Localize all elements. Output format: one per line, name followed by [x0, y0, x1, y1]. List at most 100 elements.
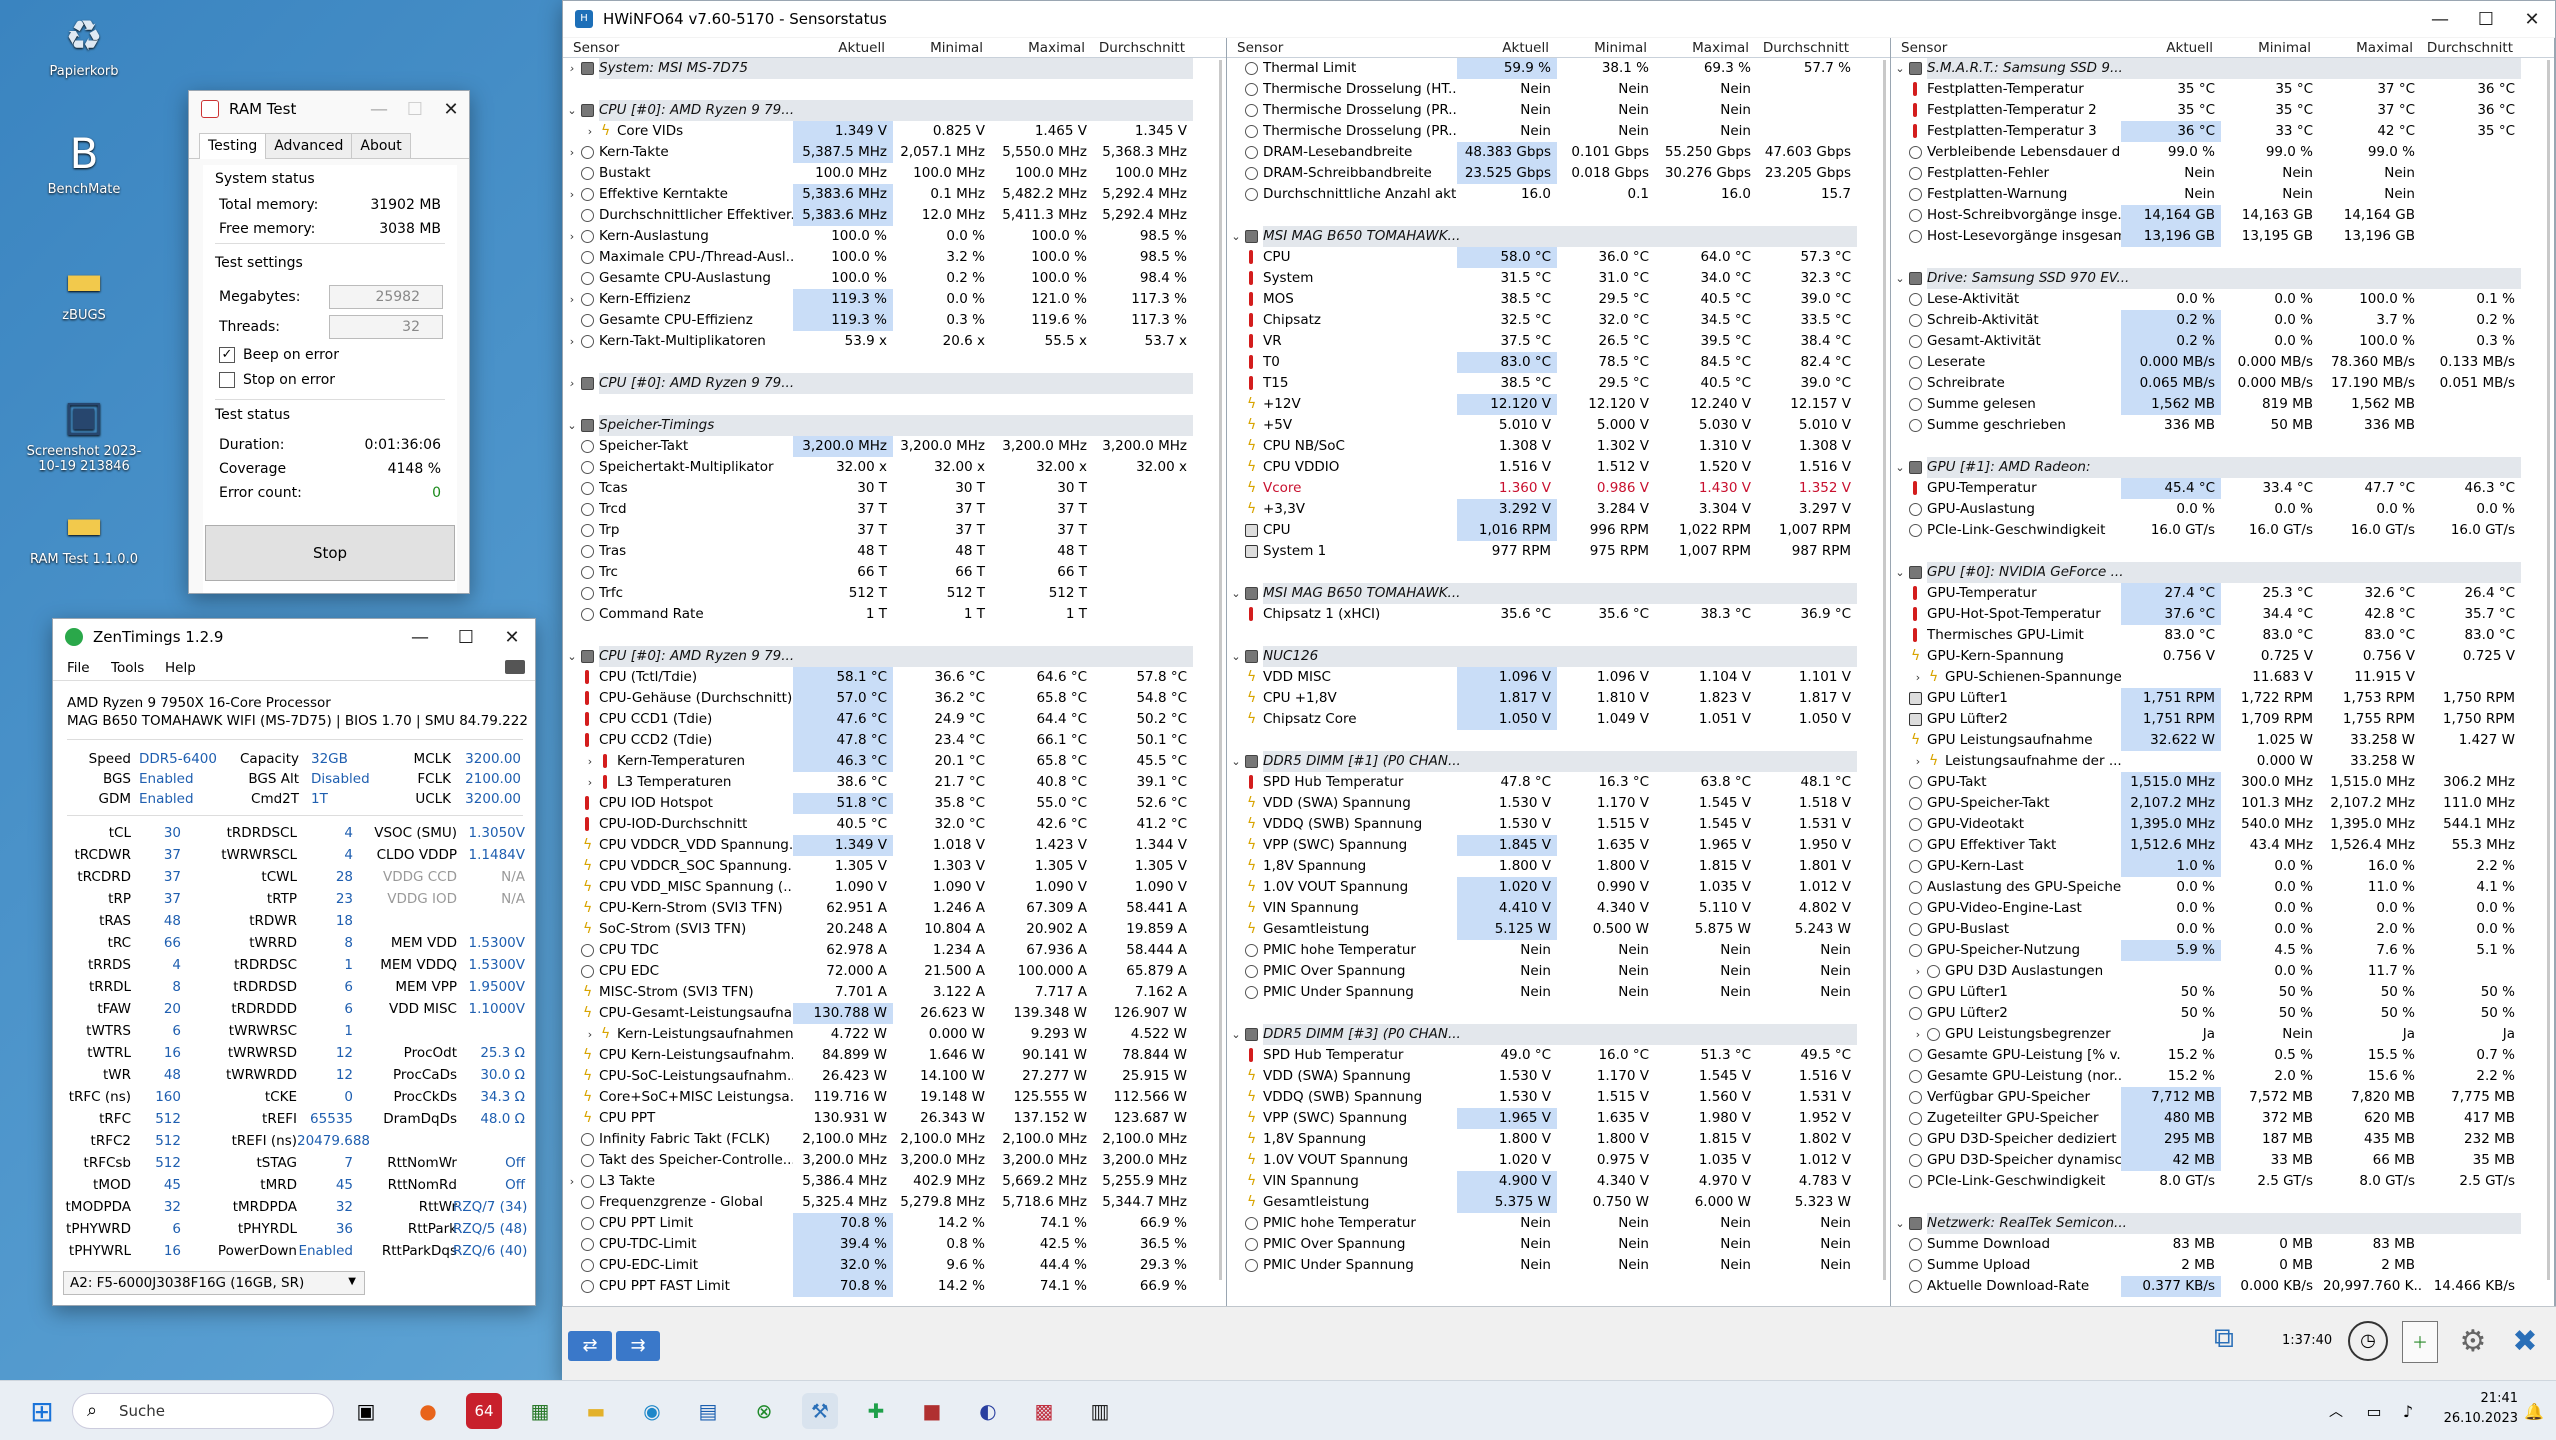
sensor-row[interactable]: T15 38.5 °C 29.5 °C 40.5 °C 39.0 °C	[1227, 373, 1890, 394]
start-icon[interactable]: ⊞	[24, 1393, 60, 1429]
sensor-row[interactable]: Host-Schreibvorgänge insge... 14,164 GB 14…	[1891, 205, 2554, 226]
sensor-row[interactable]: › ϟ GPU-Schienen-Spannungen 11.683 V 11.915 …	[1891, 667, 2554, 688]
sensor-row[interactable]: CPU EDC 72.000 A 21.500 A 100.000 A 65.879 A	[563, 961, 1226, 982]
sensor-group-row[interactable]: ⌄ Speicher-Timings	[563, 415, 1226, 436]
clock-icon[interactable]: ◷	[2348, 1321, 2388, 1361]
expand-toggle-icon[interactable]: ›	[1911, 1024, 1925, 1045]
expand-toggle-icon[interactable]: ›	[1911, 751, 1925, 772]
tool-icon[interactable]: ▩	[1026, 1393, 1062, 1429]
sensor-row[interactable]: PCIe-Link-Geschwindigkeit 8.0 GT/s 2.5 GT/…	[1891, 1171, 2554, 1192]
edge-icon[interactable]: ◉	[634, 1393, 670, 1429]
sensor-row[interactable]: Festplatten-Temperatur 35 °C 35 °C 37 °C 36 …	[1891, 79, 2554, 100]
sensor-row[interactable]: ϟ VIN Spannung 4.410 V 4.340 V 5.110 V 4.802 …	[1227, 898, 1890, 919]
sensor-row[interactable]: Bustakt 100.0 MHz 100.0 MHz 100.0 MHz 100.0 …	[563, 163, 1226, 184]
close-icon[interactable]: ✕	[2509, 1, 2555, 37]
sensor-row[interactable]: Festplatten-Fehler Nein Nein Nein	[1891, 163, 2554, 184]
settings-gear-icon[interactable]: ⚙	[2452, 1321, 2494, 1363]
sensor-row[interactable]: GPU-Takt 1,515.0 MHz 300.0 MHz 1,515.0 MHz 3…	[1891, 772, 2554, 793]
expand-toggle-icon[interactable]: ›	[565, 226, 579, 247]
expand-toggle-icon[interactable]: ›	[583, 1024, 597, 1045]
sensor-row[interactable]: Verbleibende Lebensdauer d... 99.0 % 99.0 …	[1891, 142, 2554, 163]
sensor-row[interactable]: ϟ Vcore 1.360 V 0.986 V 1.430 V 1.352 V	[1227, 478, 1890, 499]
sensor-row[interactable]: Gesamte GPU-Leistung [% v... 15.2 % 0.5 % 1…	[1891, 1045, 2554, 1066]
sensor-row[interactable]: ϟ MISC-Strom (SVI3 TFN) 7.701 A 3.122 A 7.71…	[563, 982, 1226, 1003]
expand-toggle-icon[interactable]: ›	[565, 184, 579, 205]
desktop-icon[interactable]: ▣ Screenshot 2023-10-19 213846	[24, 390, 144, 475]
sensor-row[interactable]: CPU IOD Hotspot 51.8 °C 35.8 °C 55.0 °C 52.6…	[563, 793, 1226, 814]
sensor-row[interactable]: GPU-Speicher-Nutzung 5.9 % 4.5 % 7.6 % 5.1 %	[1891, 940, 2554, 961]
sensor-row[interactable]: Auslastung des GPU-Speiche... 0.0 % 0.0 % 1…	[1891, 877, 2554, 898]
expand-toggle-icon[interactable]: ⌄	[1893, 1213, 1907, 1234]
scrollbar[interactable]	[1219, 60, 1222, 1280]
sensor-row[interactable]: ϟ CPU VDDCR_VDD Spannung... 1.349 V 1.018 V…	[563, 835, 1226, 856]
column-header[interactable]: Durchschnitt	[1757, 38, 1849, 58]
sensor-row[interactable]: › Effektive Kerntakte 5,383.6 MHz 0.1 MHz 5,…	[563, 184, 1226, 205]
minimize-icon[interactable]: —	[361, 91, 397, 127]
sensor-row[interactable]: ϟ VPP (SWC) Spannung 1.965 V 1.635 V 1.980 V…	[1227, 1108, 1890, 1129]
sensor-row[interactable]: GPU-Video-Engine-Last 0.0 % 0.0 % 0.0 % 0.0 …	[1891, 898, 2554, 919]
minimize-icon[interactable]: —	[397, 619, 443, 655]
sensor-row[interactable]: SPD Hub Temperatur 47.8 °C 16.3 °C 63.8 °C 4…	[1227, 772, 1890, 793]
sensor-row[interactable]: ϟ GPU Leistungsaufnahme 32.622 W 1.025 W 33.…	[1891, 730, 2554, 751]
sensor-row[interactable]: GPU Effektiver Takt 1,512.6 MHz 43.4 MHz 1,…	[1891, 835, 2554, 856]
sensor-row[interactable]: › Kern-Effizienz 119.3 % 0.0 % 121.0 % 117.3 …	[563, 289, 1226, 310]
expand-toggle-icon[interactable]: ›	[565, 1171, 579, 1192]
column-header[interactable]: Minimal	[1557, 38, 1647, 58]
sensor-row[interactable]: ϟ CPU VDD_MISC Spannung (... 1.090 V 1.090 …	[563, 877, 1226, 898]
sensor-row[interactable]: Thermische Drosselung (PR... Nein Nein Nein	[1227, 121, 1890, 142]
sensor-row[interactable]: ϟ CPU Kern-Leistungsaufnahm... 84.899 W 1.6…	[563, 1045, 1226, 1066]
sensor-row[interactable]: ϟ Core+SoC+MISC Leistungsa... 119.716 W 19.…	[563, 1087, 1226, 1108]
desktop-icon[interactable]: ▬ zBUGS	[24, 254, 144, 324]
module-select[interactable]: A2: F5-6000J3038F16G (16GB, SR) ▼	[63, 1271, 365, 1295]
column-header[interactable]: Durchschnitt	[2421, 38, 2513, 58]
zentimings-titlebar[interactable]: ZenTimings 1.2.9 — ☐ ✕	[53, 619, 535, 655]
firefox-icon[interactable]: ●	[410, 1393, 446, 1429]
expand-toggle-icon[interactable]: ›	[565, 58, 579, 79]
sensor-row[interactable]: CPU-Gehäuse (Durchschnitt) 57.0 °C 36.2 °C…	[563, 688, 1226, 709]
sensor-row[interactable]: Trc 66 T 66 T 66 T	[563, 562, 1226, 583]
menu-file[interactable]: File	[67, 660, 90, 676]
sensor-row[interactable]: CPU 1,016 RPM 996 RPM 1,022 RPM 1,007 RPM	[1227, 520, 1890, 541]
sensor-row[interactable]: ϟ +5V 5.010 V 5.000 V 5.030 V 5.010 V	[1227, 415, 1890, 436]
sensor-row[interactable]: CPU 58.0 °C 36.0 °C 64.0 °C 57.3 °C	[1227, 247, 1890, 268]
expand-toggle-icon[interactable]: ›	[565, 331, 579, 352]
sensor-row[interactable]: › Kern-Takt-Multiplikatoren 53.9 x 20.6 x 55…	[563, 331, 1226, 352]
column-header-sensor[interactable]: Sensor	[573, 38, 619, 58]
sensor-row[interactable]: Durchschnittliche Anzahl akt... 16.0 0.1 16…	[1227, 184, 1890, 205]
sensor-row[interactable]: CPU CCD1 (Tdie) 47.6 °C 24.9 °C 64.4 °C 50.2…	[563, 709, 1226, 730]
expand-toggle-icon[interactable]: ›	[583, 772, 597, 793]
report-icon[interactable]: ＋	[2402, 1321, 2438, 1363]
expand-toggle-icon[interactable]: ⌄	[1229, 1024, 1243, 1045]
sensor-row[interactable]: GPU D3D-Speicher dediziert 295 MB 187 MB 43…	[1891, 1129, 2554, 1150]
sensor-row[interactable]: ϟ CPU PPT 130.931 W 26.343 W 137.152 W 123.68…	[563, 1108, 1226, 1129]
sensor-pane-2[interactable]: Sensor Aktuell Minimal Maximal Durchschnitt T…	[1227, 38, 1891, 1306]
sensor-row[interactable]: Chipsatz 32.5 °C 32.0 °C 34.5 °C 33.5 °C	[1227, 310, 1890, 331]
sensor-row[interactable]: Zugeteilter GPU-Speicher 480 MB 372 MB 620 …	[1891, 1108, 2554, 1129]
sensor-row[interactable]: PMIC Over Spannung Nein Nein Nein Nein	[1227, 1234, 1890, 1255]
tab-testing[interactable]: Testing	[199, 133, 267, 159]
expand-toggle-icon[interactable]: ⌄	[565, 100, 579, 121]
desktop-icon[interactable]: ♻ Papierkorb	[24, 10, 144, 80]
xbox-icon[interactable]: ⊗	[746, 1393, 782, 1429]
sensor-row[interactable]: Trcd 37 T 37 T 37 T	[563, 499, 1226, 520]
sensor-row[interactable]: › ϟ Kern-Leistungsaufnahmen 4.722 W 0.000 W 9…	[563, 1024, 1226, 1045]
sensor-row[interactable]: ϟ VDDQ (SWB) Spannung 1.530 V 1.515 V 1.545 …	[1227, 814, 1890, 835]
zentimings-taskbar-icon[interactable]: ✚	[858, 1393, 894, 1429]
sensor-group-row[interactable]: ⌄ Netzwerk: RealTek Semicon...	[1891, 1213, 2554, 1234]
sensor-row[interactable]: GPU-Hot-Spot-Temperatur 37.6 °C 34.4 °C 42.…	[1891, 604, 2554, 625]
expand-toggle-icon[interactable]: ⌄	[565, 646, 579, 667]
sensor-row[interactable]: DRAM-Lesebandbreite 48.383 Gbps 0.101 Gbps…	[1227, 142, 1890, 163]
sensor-group-row[interactable]: ⌄ NUC126	[1227, 646, 1890, 667]
close-icon[interactable]: ✕	[433, 91, 469, 127]
menu-tools[interactable]: Tools	[111, 660, 144, 676]
network-icon[interactable]: ⧉	[2204, 1321, 2244, 1361]
sensor-row[interactable]: Gesamte GPU-Leistung (nor... 15.2 % 2.0 % 1…	[1891, 1066, 2554, 1087]
sensor-row[interactable]: Frequenzgrenze - Global 5,325.4 MHz 5,279.…	[563, 1192, 1226, 1213]
expand-toggle-icon[interactable]: ›	[1911, 667, 1925, 688]
sensor-row[interactable]: Durchschnittlicher Effektiver... 5,383.6 …	[563, 205, 1226, 226]
expand-toggle-icon[interactable]: ⌄	[1229, 583, 1243, 604]
sensor-row[interactable]: ϟ CPU-SoC-Leistungsaufnahm... 26.423 W 14.1…	[563, 1066, 1226, 1087]
sensor-pane-1[interactable]: Sensor Aktuell Minimal Maximal Durchschnitt ›…	[563, 38, 1227, 1306]
sensor-row[interactable]: GPU-Temperatur 45.4 °C 33.4 °C 47.7 °C 46.3 …	[1891, 478, 2554, 499]
column-header-sensor[interactable]: Sensor	[1901, 38, 1947, 58]
